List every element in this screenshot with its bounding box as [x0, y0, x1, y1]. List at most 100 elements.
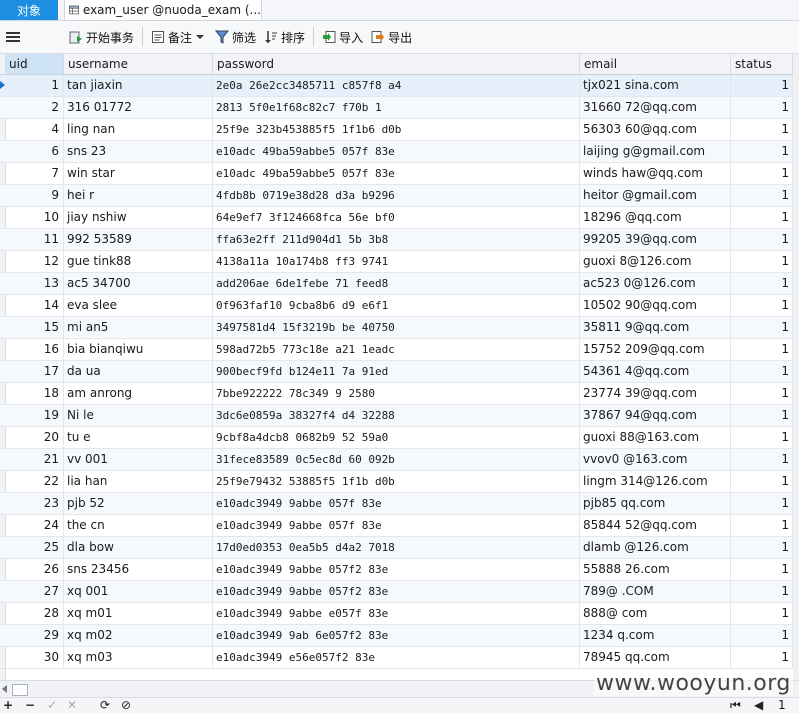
cell-status[interactable]: 1: [731, 647, 793, 668]
cell-uid[interactable]: 19: [5, 405, 64, 426]
cell-password[interactable]: 7bbe922222 78c349 9 2580: [213, 383, 580, 404]
cell-password[interactable]: e10adc3949 e56e057f2 83e: [213, 647, 580, 668]
add-record-icon[interactable]: +: [3, 698, 13, 713]
scroll-left-icon[interactable]: [2, 685, 7, 693]
cell-email[interactable]: ac523 0@126.com: [580, 273, 731, 294]
table-row[interactable]: 22 lia han 25f9e79432 53885f5 1f1b d0b ling…: [0, 471, 799, 493]
cell-email[interactable]: 85844 52@qq.com: [580, 515, 731, 536]
cell-status[interactable]: 1: [731, 515, 793, 536]
cell-username[interactable]: ling nan: [64, 119, 213, 140]
cell-uid[interactable]: 2: [5, 97, 64, 118]
cell-username[interactable]: sns 23456: [64, 559, 213, 580]
cell-status[interactable]: 1: [731, 449, 793, 470]
cell-status[interactable]: 1: [731, 405, 793, 426]
cell-username[interactable]: dla bow: [64, 537, 213, 558]
cell-username[interactable]: tu e: [64, 427, 213, 448]
cell-status[interactable]: 1: [731, 537, 793, 558]
cell-password[interactable]: e10adc3949 9abbe 057f 83e: [213, 515, 580, 536]
table-row[interactable]: 7 win star e10adc 49ba59abbe5 057f 83e wind…: [0, 163, 799, 185]
cell-email[interactable]: dlamb @126.com: [580, 537, 731, 558]
cell-status[interactable]: 1: [731, 185, 793, 206]
table-row[interactable]: 11 992 53589 ffa63e2ff 211d904d1 5b 3b8 992…: [0, 229, 799, 251]
cell-status[interactable]: 1: [731, 383, 793, 404]
cell-status[interactable]: 1: [731, 75, 793, 96]
prev-page-icon[interactable]: ◀: [754, 698, 763, 713]
cell-username[interactable]: pjb 52: [64, 493, 213, 514]
cell-uid[interactable]: 16: [5, 339, 64, 360]
import-button[interactable]: 导入: [318, 25, 367, 49]
cell-email[interactable]: 99205 39@qq.com: [580, 229, 731, 250]
column-header-email[interactable]: email: [580, 54, 731, 74]
cell-email[interactable]: tjx021 sina.com: [580, 75, 731, 96]
cell-password[interactable]: e10adc3949 9abbe 057f2 83e: [213, 581, 580, 602]
cell-password[interactable]: 31fece83589 0c5ec8d 60 092b: [213, 449, 580, 470]
cell-email[interactable]: 35811 9@qq.com: [580, 317, 731, 338]
cell-status[interactable]: 1: [731, 581, 793, 602]
cell-password[interactable]: e10adc3949 9abbe 057f 83e: [213, 493, 580, 514]
cell-email[interactable]: 23774 39@qq.com: [580, 383, 731, 404]
table-row[interactable]: 15 mi an5 3497581d4 15f3219b be 40750 35811…: [0, 317, 799, 339]
first-page-icon[interactable]: ⏮: [730, 698, 741, 713]
filter-button[interactable]: 筛选: [211, 25, 260, 49]
cell-status[interactable]: 1: [731, 295, 793, 316]
table-row[interactable]: 12 gue tink88 4138a11a 10a174b8 ff3 9741 gu…: [0, 251, 799, 273]
table-row[interactable]: 17 da ua 900becf9fd b124e11 7a 91ed 54361 4…: [0, 361, 799, 383]
cell-username[interactable]: sns 23: [64, 141, 213, 162]
cell-email[interactable]: heitor @gmail.com: [580, 185, 731, 206]
cell-password[interactable]: 598ad72b5 773c18e a21 1eadc: [213, 339, 580, 360]
table-row[interactable]: 20 tu e 9cbf8a4dcb8 0682b9 52 59a0 guoxi 88…: [0, 427, 799, 449]
cell-email[interactable]: 78945 qq.com: [580, 647, 731, 668]
cell-status[interactable]: 1: [731, 625, 793, 646]
cell-username[interactable]: hei r: [64, 185, 213, 206]
cell-status[interactable]: 1: [731, 471, 793, 492]
cell-password[interactable]: add206ae 6de1febe 71 feed8: [213, 273, 580, 294]
cell-status[interactable]: 1: [731, 559, 793, 580]
cell-uid[interactable]: 28: [5, 603, 64, 624]
cell-status[interactable]: 1: [731, 603, 793, 624]
cell-uid[interactable]: 27: [5, 581, 64, 602]
cell-password[interactable]: 2e0a 26e2cc3485711 c857f8 a4: [213, 75, 580, 96]
table-row[interactable]: 26 sns 23456 e10adc3949 9abbe 057f2 83e 558…: [0, 559, 799, 581]
cell-status[interactable]: 1: [731, 97, 793, 118]
table-row[interactable]: 23 pjb 52 e10adc3949 9abbe 057f 83e pjb85 q…: [0, 493, 799, 515]
cell-username[interactable]: xq m02: [64, 625, 213, 646]
cell-password[interactable]: e10adc 49ba59abbe5 057f 83e: [213, 163, 580, 184]
table-row[interactable]: 10 jiay nshiw 64e9ef7 3f124668fca 56e bf0 1…: [0, 207, 799, 229]
refresh-icon[interactable]: ⟳: [100, 698, 110, 713]
cell-email[interactable]: 55888 26.com: [580, 559, 731, 580]
cell-email[interactable]: 789@ .COM: [580, 581, 731, 602]
cell-password[interactable]: 2813 5f0e1f68c82c7 f70b 1: [213, 97, 580, 118]
cell-email[interactable]: 10502 90@qq.com: [580, 295, 731, 316]
table-row[interactable]: 28 xq m01 e10adc3949 9abbe e057f 83e 888@ c…: [0, 603, 799, 625]
cell-uid[interactable]: 29: [5, 625, 64, 646]
cell-uid[interactable]: 12: [5, 251, 64, 272]
cell-password[interactable]: 4fdb8b 0719e38d28 d3a b9296: [213, 185, 580, 206]
table-row[interactable]: 6 sns 23 e10adc 49ba59abbe5 057f 83e laijin…: [0, 141, 799, 163]
cell-username[interactable]: jiay nshiw: [64, 207, 213, 228]
cell-uid[interactable]: 14: [5, 295, 64, 316]
cell-username[interactable]: vv 001: [64, 449, 213, 470]
table-row[interactable]: 21 vv 001 31fece83589 0c5ec8d 60 092b vvov0…: [0, 449, 799, 471]
table-row[interactable]: 30 xq m03 e10adc3949 e56e057f2 83e 78945 qq…: [0, 647, 799, 669]
cell-username[interactable]: am anrong: [64, 383, 213, 404]
cell-status[interactable]: 1: [731, 317, 793, 338]
cell-password[interactable]: 9cbf8a4dcb8 0682b9 52 59a0: [213, 427, 580, 448]
tab-exam-user[interactable]: exam_user @nuoda_exam (...: [64, 0, 262, 20]
cell-uid[interactable]: 18: [5, 383, 64, 404]
column-header-username[interactable]: username: [64, 54, 213, 74]
cell-status[interactable]: 1: [731, 361, 793, 382]
cell-uid[interactable]: 30: [5, 647, 64, 668]
cell-uid[interactable]: 9: [5, 185, 64, 206]
cell-email[interactable]: 1234 q.com: [580, 625, 731, 646]
cell-username[interactable]: 992 53589: [64, 229, 213, 250]
stop-icon[interactable]: ⊘: [121, 698, 131, 713]
sort-button[interactable]: 排序: [260, 25, 309, 49]
cell-password[interactable]: e10adc3949 9abbe e057f 83e: [213, 603, 580, 624]
cell-status[interactable]: 1: [731, 141, 793, 162]
cell-username[interactable]: xq 001: [64, 581, 213, 602]
cell-email[interactable]: 56303 60@qq.com: [580, 119, 731, 140]
cell-username[interactable]: lia han: [64, 471, 213, 492]
cell-status[interactable]: 1: [731, 163, 793, 184]
vertical-scrollbar[interactable]: [793, 54, 799, 680]
cell-status[interactable]: 1: [731, 119, 793, 140]
